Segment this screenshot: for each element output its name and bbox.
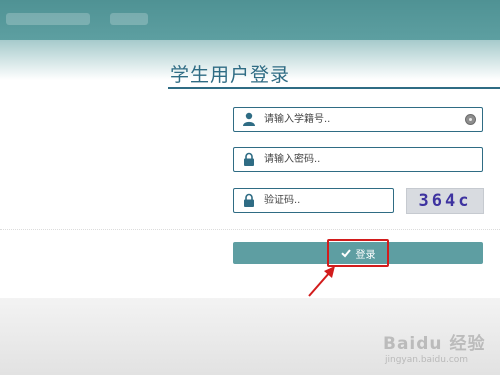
watermark-site: jingyan.baidu.com: [385, 355, 469, 365]
user-icon: [243, 112, 255, 126]
captcha-input[interactable]: [264, 190, 384, 211]
nav-item-blurred[interactable]: [110, 13, 148, 25]
captcha-image[interactable]: 364c: [406, 188, 484, 214]
password-input[interactable]: [264, 149, 464, 170]
top-navbar: [0, 0, 500, 40]
watermark-brand: Baidu 经验: [383, 334, 486, 354]
nav-item-blurred[interactable]: [6, 13, 90, 25]
password-field[interactable]: [233, 147, 483, 172]
divider-dotted: [0, 229, 500, 230]
captcha-field[interactable]: [233, 188, 394, 213]
title-divider: [168, 87, 500, 89]
student-id-input[interactable]: [264, 109, 464, 130]
lock-icon: [244, 152, 254, 166]
baidu-watermark: Baidu 经验 jingyan.baidu.com: [383, 325, 495, 373]
page-title: 学生用户登录: [170, 64, 291, 86]
student-id-field[interactable]: [233, 107, 483, 132]
clear-icon[interactable]: [465, 114, 476, 125]
lock-icon: [244, 193, 254, 207]
arrow-icon: [308, 266, 335, 297]
